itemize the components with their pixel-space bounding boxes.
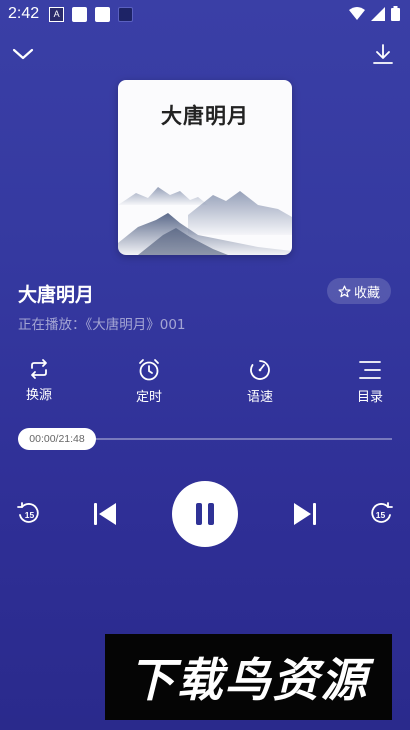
forward-15-button[interactable]: 15: [367, 500, 395, 528]
battery-icon: [391, 6, 400, 21]
favorite-button[interactable]: 收藏: [327, 278, 391, 304]
white-square-icon: [72, 6, 88, 22]
previous-button[interactable]: [90, 499, 120, 529]
dark-square-icon: [118, 6, 134, 22]
track-title: 大唐明月: [18, 284, 95, 306]
speed-gauge-icon: [250, 360, 270, 380]
collapse-button[interactable]: [9, 40, 37, 68]
skip-next-icon: [294, 503, 316, 525]
rewind-label: 15: [25, 510, 35, 520]
now-playing-text: 正在播放：《大唐明月》001: [18, 317, 186, 333]
favorite-label: 收藏: [353, 285, 380, 301]
pause-button[interactable]: [172, 481, 238, 547]
tool-label: 语速: [246, 390, 273, 405]
mountain-landscape-icon: [118, 187, 292, 255]
switch-source-button[interactable]: 换源: [9, 358, 69, 403]
skip-previous-icon: [94, 503, 116, 525]
rewind-15-icon: 15: [17, 502, 39, 523]
download-icon: [373, 44, 393, 64]
tool-label: 换源: [25, 388, 52, 403]
tools-row: 换源 定时 语速 目录: [0, 358, 410, 408]
notification-a-icon: A: [49, 6, 65, 22]
rewind-15-button[interactable]: 15: [15, 500, 43, 528]
wifi-icon: [349, 6, 365, 20]
white-square-icon: [95, 6, 111, 22]
list-menu-icon: [359, 361, 381, 379]
watermark-logo: 下载鸟资源: [105, 634, 392, 720]
next-button[interactable]: [290, 499, 320, 529]
album-cover: 大唐明月: [118, 80, 292, 255]
signal-icon: [371, 6, 385, 21]
catalog-button[interactable]: 目录: [340, 358, 400, 405]
status-time: 2:42: [8, 5, 40, 22]
forward-label: 15: [376, 510, 386, 520]
tool-label: 目录: [356, 390, 383, 405]
status-right: [349, 6, 400, 21]
speed-button[interactable]: 语速: [230, 358, 290, 405]
status-bar: 2:42 A: [0, 0, 410, 28]
timer-button[interactable]: 定时: [119, 358, 179, 405]
switch-source-icon: [31, 359, 47, 379]
pause-icon: [196, 503, 214, 525]
download-button[interactable]: [369, 40, 397, 68]
progress-thumb[interactable]: 00:00/21:48: [18, 428, 96, 450]
chevron-down-icon: [12, 48, 34, 60]
alarm-clock-icon: [139, 359, 159, 381]
forward-15-icon: 15: [371, 502, 393, 523]
cover-title: 大唐明月: [161, 104, 249, 128]
tool-label: 定时: [135, 390, 162, 405]
star-outline-icon: [338, 284, 351, 297]
